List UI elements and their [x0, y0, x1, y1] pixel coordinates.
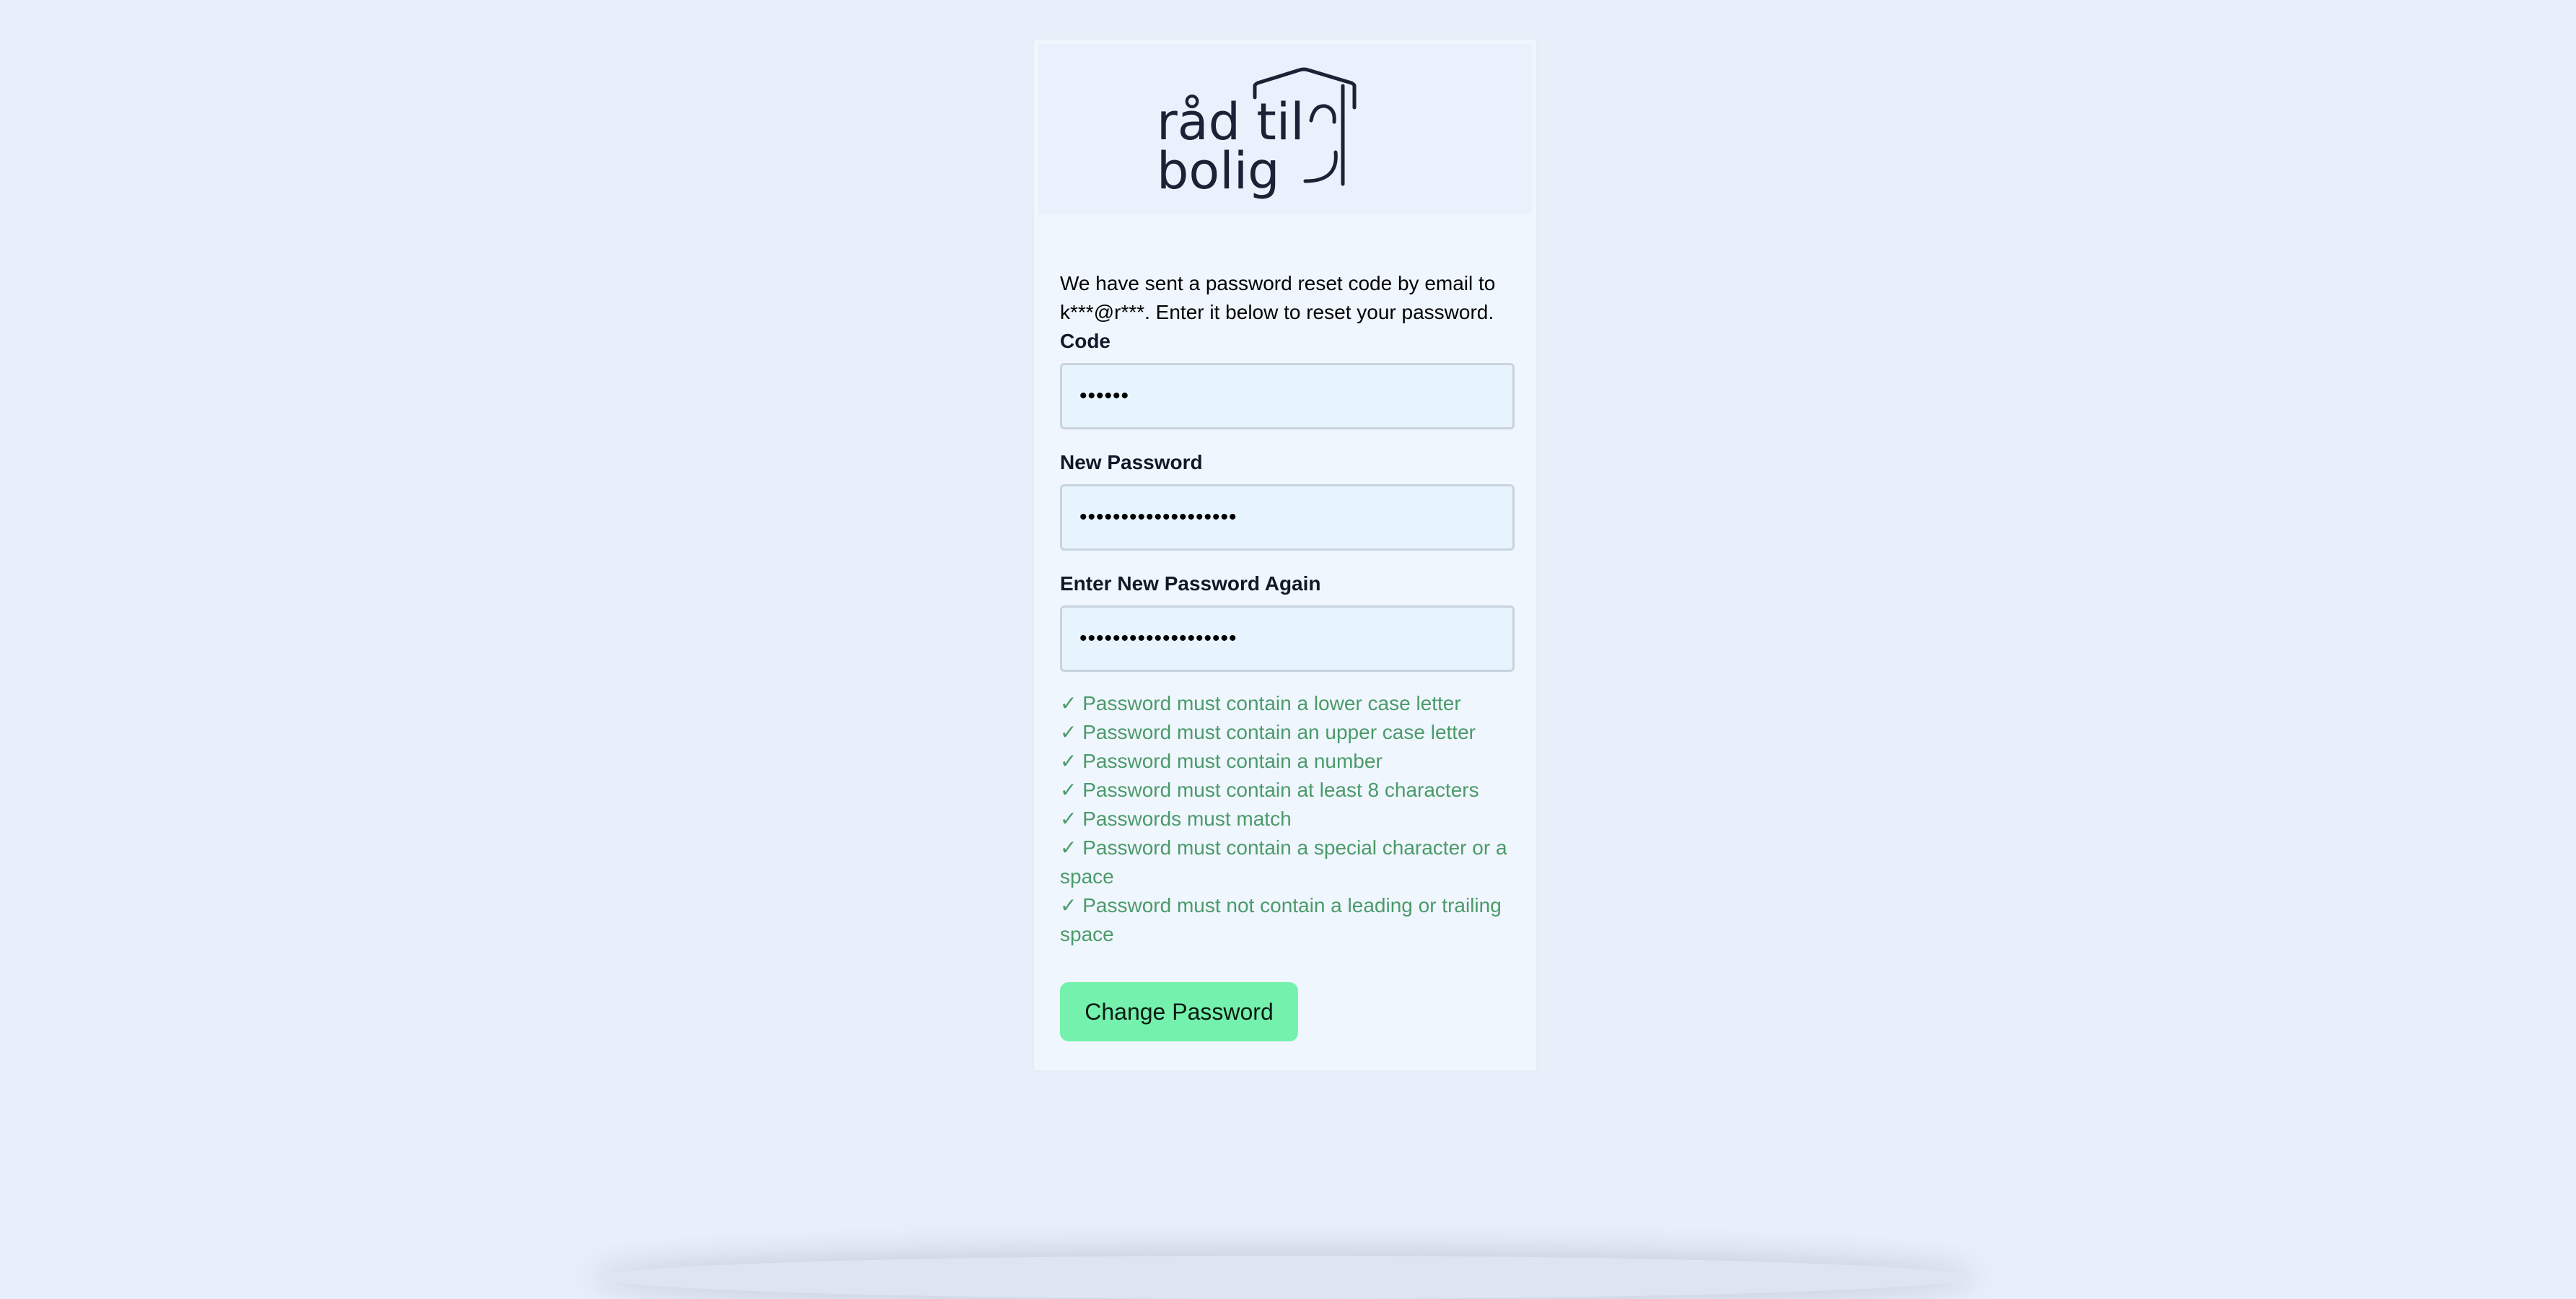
new-password-input[interactable]: •••••••••••••••••••: [1060, 484, 1515, 551]
rule-match: ✓ Passwords must match: [1060, 808, 1292, 830]
reset-password-card: råd til bolig We have sent a password re…: [1032, 38, 1538, 1072]
code-input[interactable]: ••••••: [1060, 363, 1515, 429]
logo-text-line2: bolig: [1157, 141, 1280, 201]
code-label: Code: [1060, 330, 1110, 352]
brand-logo: råd til bolig: [1157, 67, 1357, 201]
rule-uppercase: ✓ Password must contain an upper case le…: [1060, 721, 1476, 743]
rule-length: ✓ Password must contain at least 8 chara…: [1060, 779, 1479, 801]
reset-form: We have sent a password reset code by em…: [1060, 269, 1515, 1041]
new-password-label: New Password: [1060, 451, 1203, 473]
rule-special-character: ✓ Password must contain a special charac…: [1060, 836, 1507, 888]
password-rules-list: ✓ Password must contain a lower case let…: [1060, 689, 1515, 949]
change-password-button[interactable]: Change Password: [1060, 982, 1298, 1041]
rule-no-leading-trailing-space: ✓ Password must not contain a leading or…: [1060, 894, 1502, 945]
bottom-edge-shadow: [599, 1256, 1970, 1299]
confirm-password-label: Enter New Password Again: [1060, 572, 1321, 595]
rule-number: ✓ Password must contain a number: [1060, 750, 1383, 772]
reset-message: We have sent a password reset code by em…: [1060, 272, 1496, 323]
logo-header: råd til bolig: [1038, 44, 1532, 214]
confirm-password-input[interactable]: •••••••••••••••••••: [1060, 605, 1515, 672]
rule-lowercase: ✓ Password must contain a lower case let…: [1060, 692, 1461, 714]
